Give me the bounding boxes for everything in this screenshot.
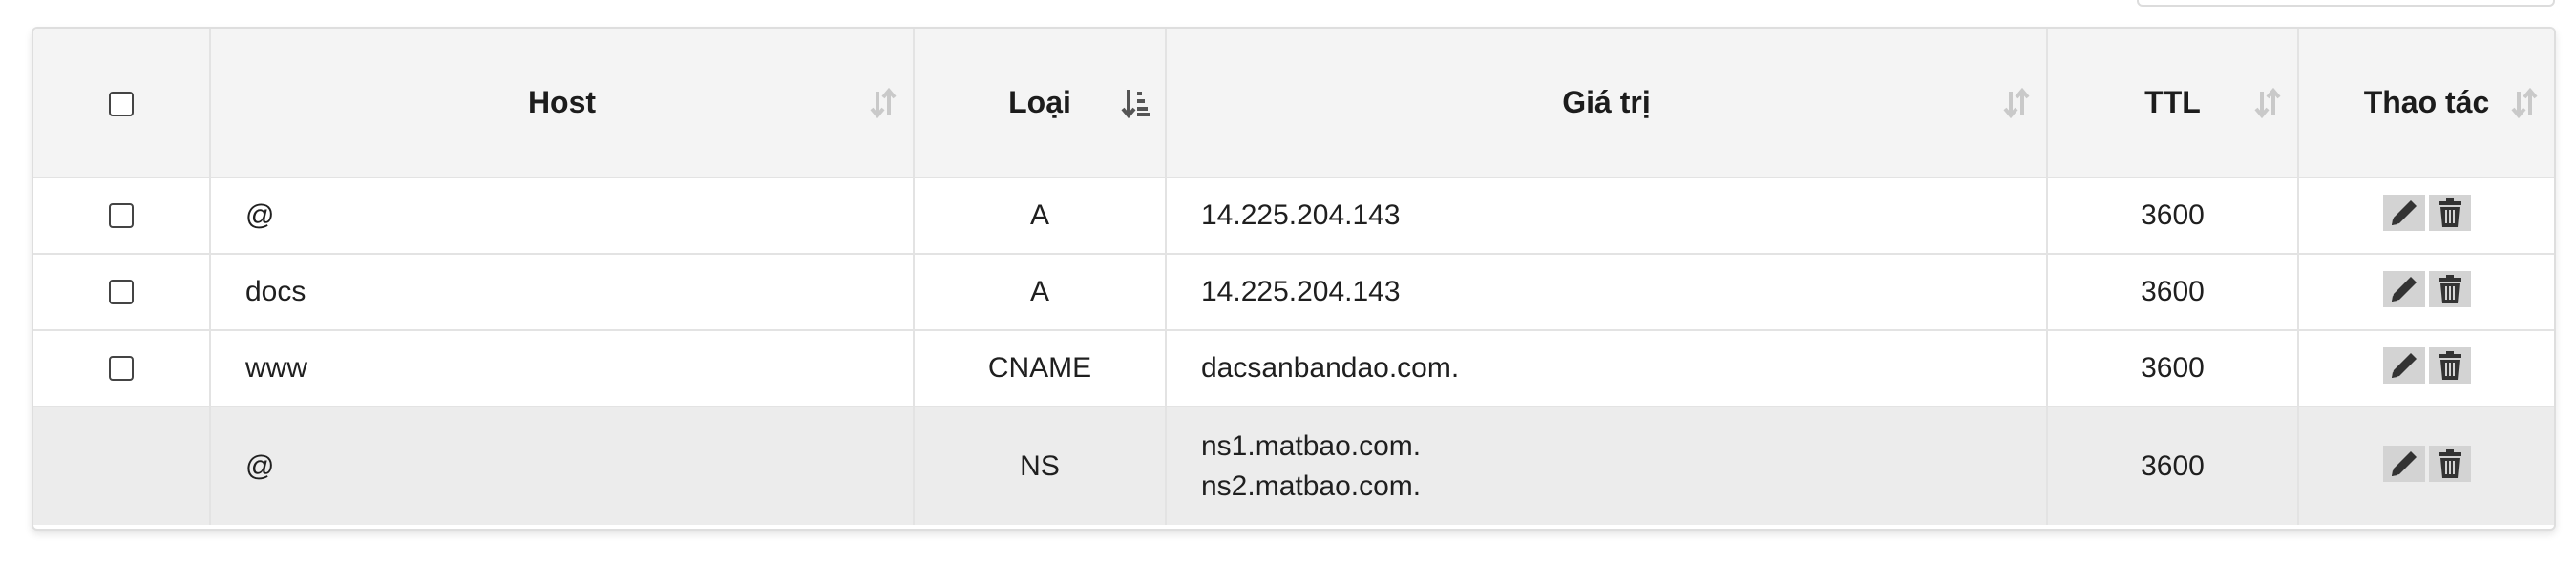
actions-cell	[2298, 407, 2554, 525]
pencil-icon	[2391, 353, 2417, 378]
edit-button[interactable]	[2382, 445, 2425, 482]
trash-icon	[2438, 448, 2461, 478]
select-all-checkbox[interactable]	[109, 91, 134, 116]
trash-icon	[2438, 351, 2461, 380]
actions-cell	[2298, 254, 2554, 331]
edit-button[interactable]	[2382, 347, 2425, 384]
row-select-cell	[33, 177, 211, 255]
header-actions[interactable]: Thao tác	[2298, 29, 2554, 178]
type-cell: A	[914, 177, 1167, 255]
delete-button[interactable]	[2428, 271, 2471, 307]
type-cell: NS	[914, 407, 1167, 525]
header-value[interactable]: Giá trị	[1166, 29, 2048, 178]
host-cell: docs	[210, 254, 915, 331]
host-cell: www	[210, 330, 915, 407]
value-line: 14.225.204.143	[1201, 199, 1401, 231]
edit-button[interactable]	[2382, 195, 2425, 231]
table-row: @ A 14.225.204.143 3600	[33, 177, 2554, 255]
pencil-icon	[2391, 450, 2417, 476]
value-line: ns2.matbao.com.	[1201, 469, 1422, 502]
host-cell: @	[210, 177, 915, 255]
header-label: Host	[527, 85, 597, 119]
row-select-cell	[33, 330, 211, 407]
type-cell: A	[914, 254, 1167, 331]
ttl-cell: 3600	[2047, 177, 2299, 255]
header-ttl[interactable]: TTL	[2047, 29, 2299, 178]
value-cell: 14.225.204.143	[1166, 254, 2048, 331]
value-line: dacsanbandao.com.	[1201, 352, 1460, 384]
trash-icon	[2438, 275, 2461, 303]
value-line: ns1.matbao.com.	[1201, 429, 1422, 462]
row-select-cell	[33, 407, 211, 525]
header-host[interactable]: Host	[210, 29, 915, 178]
value-cell: dacsanbandao.com.	[1166, 330, 2048, 407]
type-cell: CNAME	[914, 330, 1167, 407]
value-line: 14.225.204.143	[1201, 276, 1401, 307]
header-select-all	[33, 29, 211, 178]
row-select-cell	[33, 254, 211, 331]
pencil-icon	[2391, 277, 2417, 302]
header-label: Giá trị	[1562, 85, 1651, 119]
table-row: www CNAME dacsanbandao.com. 3600	[33, 330, 2554, 407]
row-checkbox[interactable]	[109, 356, 134, 381]
row-checkbox[interactable]	[109, 203, 134, 228]
table-row: @ NS ns1.matbao.com. ns2.matbao.com. 360…	[33, 407, 2554, 525]
actions-cell	[2298, 330, 2554, 407]
delete-button[interactable]	[2428, 195, 2471, 231]
ttl-cell: 3600	[2047, 254, 2299, 331]
header-label: TTL	[2144, 85, 2201, 119]
sort-arrows-icon[interactable]	[2510, 86, 2539, 120]
sort-arrows-icon[interactable]	[2253, 86, 2282, 120]
header-type[interactable]: Loại	[914, 29, 1167, 178]
delete-button[interactable]	[2428, 445, 2471, 482]
dns-records-table: Host Loại Giá trị TTL Thao tác @ A 14.22…	[32, 27, 2556, 531]
value-cell: ns1.matbao.com. ns2.matbao.com.	[1166, 407, 2048, 525]
pencil-icon	[2391, 200, 2417, 225]
ttl-cell: 3600	[2047, 330, 2299, 407]
header-label: Thao tác	[2363, 85, 2490, 119]
delete-button[interactable]	[2428, 347, 2471, 384]
sort-arrows-icon[interactable]	[2002, 86, 2031, 120]
table-header-row: Host Loại Giá trị TTL Thao tác	[33, 29, 2554, 178]
trash-icon	[2438, 198, 2461, 227]
sort-arrows-icon[interactable]	[869, 86, 897, 120]
row-checkbox[interactable]	[109, 280, 134, 304]
value-cell: 14.225.204.143	[1166, 177, 2048, 255]
actions-cell	[2298, 177, 2554, 255]
sort-active-icon[interactable]	[1121, 86, 1150, 120]
ttl-cell: 3600	[2047, 407, 2299, 525]
host-cell: @	[210, 407, 915, 525]
table-row: docs A 14.225.204.143 3600	[33, 254, 2554, 331]
header-label: Loại	[1008, 85, 1071, 119]
edit-button[interactable]	[2382, 271, 2425, 307]
top-search-input[interactable]	[2137, 0, 2555, 7]
